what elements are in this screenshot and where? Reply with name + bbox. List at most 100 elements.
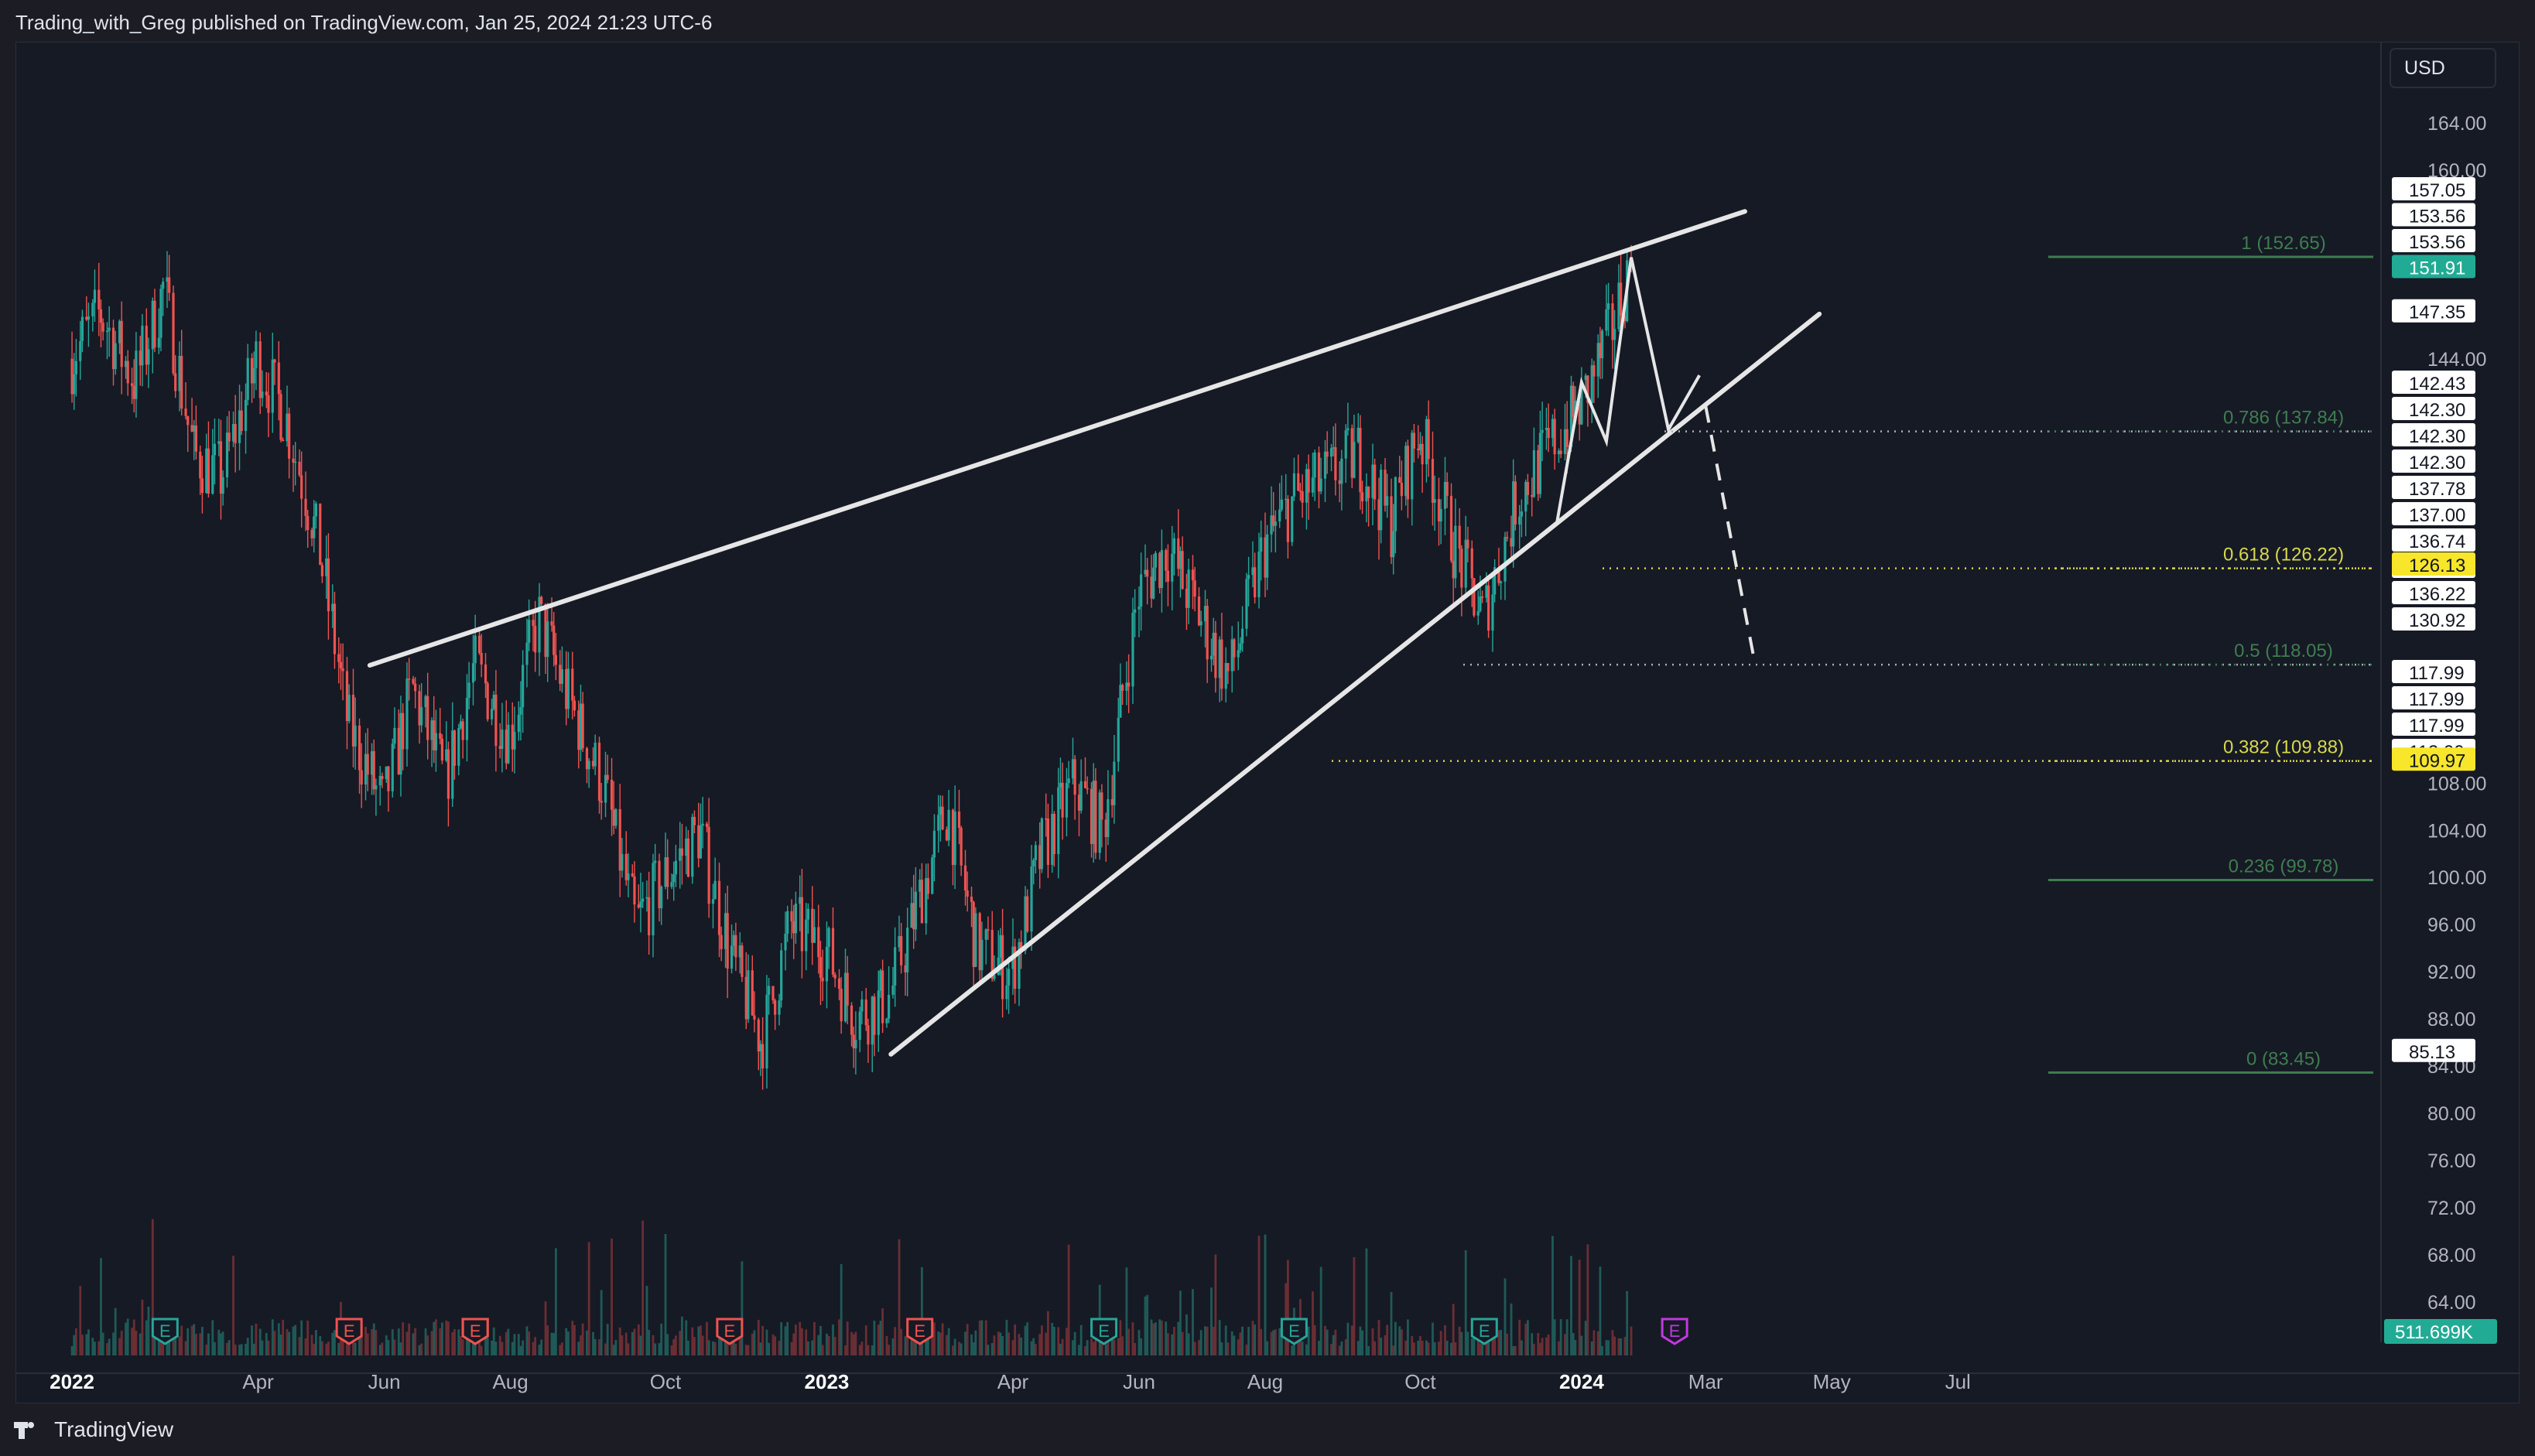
volume-bar: [1365, 1248, 1368, 1355]
volume-bar: [106, 1343, 108, 1355]
candle-body: [705, 823, 709, 827]
candle-body: [471, 663, 475, 683]
volume-bar: [877, 1324, 880, 1355]
candle-body: [771, 986, 775, 1000]
volume-bar: [879, 1321, 882, 1355]
candle-body: [375, 785, 378, 790]
x-tick-label: May: [1813, 1370, 1851, 1393]
volume-bar: [1452, 1304, 1455, 1355]
volume-bar: [321, 1341, 323, 1355]
price-tag: 136.74: [2409, 531, 2465, 552]
volume-bar: [885, 1336, 888, 1355]
candle-body: [1514, 481, 1517, 525]
volume-bar: [1104, 1344, 1107, 1355]
volume-bar: [1353, 1256, 1356, 1355]
event-marker[interactable]: E: [1661, 1318, 1688, 1345]
candle-body: [1313, 452, 1316, 478]
candle-body: [885, 1018, 888, 1024]
volume-bar: [300, 1320, 303, 1355]
candle-body: [633, 876, 636, 905]
candle-body: [837, 978, 841, 989]
volume-bar: [147, 1307, 150, 1355]
candle-body: [1057, 787, 1060, 855]
candle-body: [980, 939, 984, 971]
volume-bar: [1051, 1322, 1054, 1355]
volume-bar: [997, 1331, 1000, 1355]
candle-body: [120, 320, 123, 367]
candle-body: [467, 682, 470, 699]
volume-bar: [447, 1321, 450, 1355]
candle-body: [490, 709, 494, 719]
candle-body: [674, 860, 677, 875]
volume-bar: [734, 1343, 737, 1355]
volume-bar: [844, 1345, 847, 1355]
candle-body: [306, 516, 310, 531]
volume-bar: [1580, 1335, 1583, 1355]
volume-bar: [378, 1345, 381, 1355]
volume-bar: [1251, 1321, 1254, 1355]
volume-bar: [1291, 1345, 1294, 1355]
volume-bar: [1193, 1342, 1196, 1355]
candle-body: [288, 413, 291, 459]
candle-body: [573, 700, 576, 711]
candle-body: [1034, 845, 1037, 860]
wedge-trendline-2[interactable]: [888, 311, 1822, 1057]
candle-body: [522, 665, 525, 708]
wedge-trendline-1[interactable]: [367, 209, 1747, 668]
price-tag: 117.99: [2409, 689, 2465, 710]
chart-panel[interactable]: 1 (152.65) 0.786 (137.84) 0.618 (126.22) 0.…: [15, 42, 2520, 1403]
volume-bar: [672, 1338, 676, 1355]
candle-body: [517, 714, 520, 732]
candle-body: [1427, 419, 1430, 460]
volume-bar: [1233, 1335, 1236, 1355]
volume-bar: [325, 1343, 328, 1355]
candle-body: [168, 277, 171, 293]
volume-bar: [1241, 1326, 1244, 1355]
volume-bar: [1020, 1337, 1023, 1355]
volume-bar: [751, 1333, 754, 1355]
volume-bar: [1239, 1332, 1242, 1355]
volume-bar: [627, 1343, 630, 1355]
candle-body: [1605, 309, 1608, 331]
candle-body: [654, 860, 657, 863]
candle-body: [1154, 552, 1157, 568]
candle-body: [1380, 470, 1383, 531]
candle-body: [600, 801, 603, 803]
volume-bar: [1578, 1259, 1581, 1355]
volume-bar: [604, 1343, 607, 1355]
volume-bar: [391, 1329, 394, 1355]
x-tick-label: Aug: [1247, 1370, 1283, 1393]
volume-bar: [1326, 1329, 1329, 1355]
volume-bar: [1630, 1326, 1633, 1355]
price-chart[interactable]: 1 (152.65) 0.786 (137.84) 0.618 (126.22) 0.…: [16, 43, 2520, 1404]
y-tick-label: 68.00: [2427, 1245, 2476, 1266]
candle-body: [1460, 549, 1463, 588]
candle-body: [184, 408, 187, 416]
candle-body: [631, 873, 634, 877]
candle-body: [461, 721, 464, 740]
candle-body: [941, 806, 944, 830]
volume-bar: [81, 1335, 84, 1355]
tradingview-logo[interactable]: TradingView: [14, 1417, 173, 1442]
candle-body: [79, 340, 82, 361]
candle-body: [1237, 650, 1240, 658]
candle-body: [1329, 448, 1333, 457]
candle-body: [446, 749, 450, 799]
volume-bar: [1506, 1333, 1509, 1355]
volume-bar: [1127, 1328, 1131, 1355]
event-marker-letter: E: [1098, 1321, 1110, 1341]
candle-body: [1131, 612, 1134, 687]
volume-bar: [201, 1327, 204, 1355]
volume-bar: [1371, 1328, 1374, 1355]
volume-bar: [850, 1331, 853, 1355]
published-caption: Trading_with_Greg published on TradingVi…: [15, 11, 713, 34]
volume-bar: [1220, 1342, 1223, 1355]
volume-bar: [685, 1320, 688, 1355]
candle-body: [1553, 419, 1556, 455]
projection-dashed[interactable]: [1704, 405, 1757, 666]
candle-body: [881, 970, 884, 1024]
candle-body: [931, 857, 934, 894]
volume-bar: [1330, 1344, 1332, 1355]
volume-bar: [707, 1340, 710, 1355]
volume-bar: [947, 1328, 950, 1355]
